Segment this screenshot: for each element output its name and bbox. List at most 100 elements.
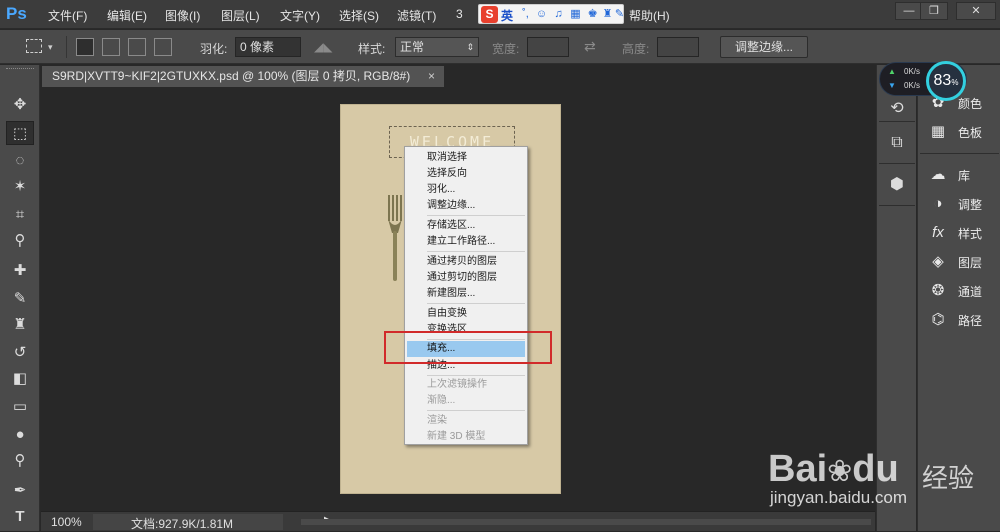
- feather-input[interactable]: 0 像素: [235, 37, 301, 57]
- menu-item-free-transform[interactable]: 自由变换: [407, 306, 525, 322]
- menu-bar: Ps 文件(F) 编辑(E) 图像(I) 图层(L) 文字(Y) 选择(S) 滤…: [0, 0, 1000, 29]
- swap-icon[interactable]: ⇄: [584, 38, 596, 55]
- panel-library[interactable]: ☁ 库: [922, 162, 998, 188]
- style-select[interactable]: 正常 ⇕: [395, 37, 479, 57]
- menu-item-feather[interactable]: 羽化...: [407, 182, 525, 198]
- stamp-tool-icon[interactable]: ♜: [6, 313, 34, 337]
- subtract-selection-icon[interactable]: [128, 38, 146, 56]
- panel-label: 调整: [958, 198, 983, 212]
- menu-item-new-3d-model: 新建 3D 模型: [427, 431, 486, 442]
- history-brush-icon[interactable]: ↺: [6, 341, 34, 365]
- feather-label: 羽化:: [200, 42, 228, 56]
- ime-language[interactable]: 英: [501, 7, 513, 24]
- anti-alias-icon[interactable]: ◢◣: [314, 40, 332, 54]
- panel-styles[interactable]: fx 样式: [922, 220, 998, 246]
- panel-swatches[interactable]: ▦ 色板: [922, 119, 998, 145]
- width-label: 宽度:: [492, 42, 520, 56]
- adjustments-icon: ◑: [933, 195, 943, 212]
- restore-icon[interactable]: ❐: [920, 2, 948, 20]
- add-selection-icon[interactable]: [102, 38, 120, 56]
- doc-size-text: 文档:927.9K/1.81M: [131, 517, 234, 531]
- ime-toolbar[interactable]: S 英 ˚, ☺ ♫ ▦ ♚ ♜ ✎: [478, 4, 624, 24]
- wrench-icon[interactable]: ✎: [613, 8, 626, 21]
- library-icon: ☁: [930, 166, 946, 183]
- emoji-icon[interactable]: ☺: [535, 8, 548, 21]
- menu-item-make-work-path[interactable]: 建立工作路径...: [407, 234, 525, 250]
- options-bar: ▾ 羽化: 0 像素 ◢◣ 样式: 正常 ⇕ 宽度: ⇄ 高度: 调整边缘...: [0, 30, 1000, 64]
- crop-tool-icon[interactable]: ⌗: [6, 203, 34, 227]
- panel-label: 路径: [958, 314, 983, 328]
- width-input[interactable]: [527, 37, 569, 57]
- close-icon[interactable]: ✕: [956, 2, 996, 20]
- context-menu: 取消选择 选择反向 羽化... 调整边缘... 存储选区... 建立工作路径..…: [404, 146, 528, 445]
- status-bar: 100% 文档:927.9K/1.81M ▶: [41, 511, 875, 531]
- menu-help[interactable]: 帮助(H): [629, 7, 670, 24]
- panel-grip[interactable]: [6, 68, 34, 72]
- panel-label: 通道: [958, 285, 983, 299]
- sogou-logo-icon[interactable]: S: [481, 6, 498, 23]
- gradient-tool-icon[interactable]: ▭: [6, 395, 34, 419]
- menu-filter[interactable]: 滤镜(T): [397, 7, 436, 24]
- dodge-tool-icon[interactable]: ⚲: [6, 449, 34, 473]
- tools-panel: ✥ ⬚ ◌ ✶ ⌗ ⚲ ✚ ✎ ♜ ↺ ◧ ▭ ● ⚲ ✒ T: [0, 65, 40, 531]
- clone-source-icon[interactable]: ⧉: [885, 131, 909, 155]
- 3d-icon[interactable]: ⬢: [885, 173, 909, 197]
- menu-item-save-selection[interactable]: 存储选区...: [407, 218, 525, 234]
- menu-item-new-layer[interactable]: 新建图层...: [407, 286, 525, 302]
- menu-item-layer-via-cut[interactable]: 通过剪切的图层: [407, 270, 525, 286]
- panel-paths[interactable]: ⌬ 路径: [922, 307, 998, 333]
- skin-icon[interactable]: ♚: [586, 8, 599, 21]
- blur-tool-icon[interactable]: ●: [6, 423, 34, 447]
- zoom-level[interactable]: 100%: [51, 515, 82, 529]
- horizontal-scrollbar[interactable]: [301, 519, 871, 525]
- stepper-icon: ⇕: [466, 42, 474, 52]
- menu-separator: [427, 251, 525, 252]
- menu-image[interactable]: 图像(I): [165, 7, 200, 24]
- divider: [879, 205, 915, 206]
- type-tool-icon[interactable]: T: [6, 505, 34, 529]
- panel-adjustments[interactable]: ◑ 调整: [922, 191, 998, 217]
- menu-item-layer-via-copy[interactable]: 通过拷贝的图层: [407, 254, 525, 270]
- menu-file[interactable]: 文件(F): [48, 7, 87, 24]
- menu-item-deselect[interactable]: 取消选择: [407, 150, 525, 166]
- paths-icon: ⌬: [931, 311, 945, 328]
- height-input[interactable]: [657, 37, 699, 57]
- marquee-preset-icon[interactable]: [26, 39, 42, 53]
- menu-edit[interactable]: 编辑(E): [107, 7, 147, 24]
- panel-label: 库: [958, 169, 971, 183]
- close-tab-icon[interactable]: ×: [428, 69, 435, 83]
- panel-label: 样式: [958, 227, 983, 241]
- document-tab[interactable]: S9RD|XVTT9~KIF2|2GTUXKX.psd @ 100% (图层 0…: [42, 66, 444, 87]
- lasso-tool-icon[interactable]: ◌: [6, 149, 34, 173]
- pen-tool-icon[interactable]: ✒: [6, 479, 34, 503]
- panel-label: 色板: [958, 126, 983, 140]
- properties-icon[interactable]: ⟲: [885, 97, 909, 121]
- menu-type[interactable]: 文字(Y): [280, 7, 320, 24]
- menu-3d[interactable]: 3: [456, 7, 463, 21]
- marquee-tool-icon[interactable]: ⬚: [6, 121, 34, 145]
- channels-icon: ❂: [931, 282, 945, 299]
- menu-item-inverse[interactable]: 选择反向: [407, 166, 525, 182]
- move-tool-icon[interactable]: ✥: [6, 93, 34, 117]
- eraser-icon[interactable]: ◧: [6, 367, 34, 391]
- new-selection-icon[interactable]: [76, 38, 94, 56]
- panel-label: 图层: [958, 256, 983, 270]
- refine-edge-button[interactable]: 调整边缘...: [720, 36, 808, 58]
- minimize-icon[interactable]: —: [895, 2, 923, 20]
- healing-brush-icon[interactable]: ✚: [6, 259, 34, 283]
- panel-channels[interactable]: ❂ 通道: [922, 278, 998, 304]
- keyboard-icon[interactable]: ▦: [569, 8, 582, 21]
- menu-select[interactable]: 选择(S): [339, 7, 379, 24]
- brush-tool-icon[interactable]: ✎: [6, 287, 34, 311]
- cpu-usage-badge[interactable]: 83%: [926, 61, 966, 101]
- magic-wand-icon[interactable]: ✶: [6, 175, 34, 199]
- intersect-selection-icon[interactable]: [154, 38, 172, 56]
- microphone-icon[interactable]: ♫: [552, 8, 565, 21]
- menu-layer[interactable]: 图层(L): [221, 7, 260, 24]
- panel-layers[interactable]: ◈ 图层: [922, 249, 998, 275]
- chevron-down-icon[interactable]: ▾: [48, 42, 53, 53]
- punctuation-icon[interactable]: ˚,: [519, 8, 532, 21]
- menu-item-refine-edge[interactable]: 调整边缘...: [407, 198, 525, 214]
- baidu-watermark: Bai❀du 经验 jingyan.baidu.com: [760, 418, 1000, 518]
- eyedropper-icon[interactable]: ⚲: [6, 229, 34, 253]
